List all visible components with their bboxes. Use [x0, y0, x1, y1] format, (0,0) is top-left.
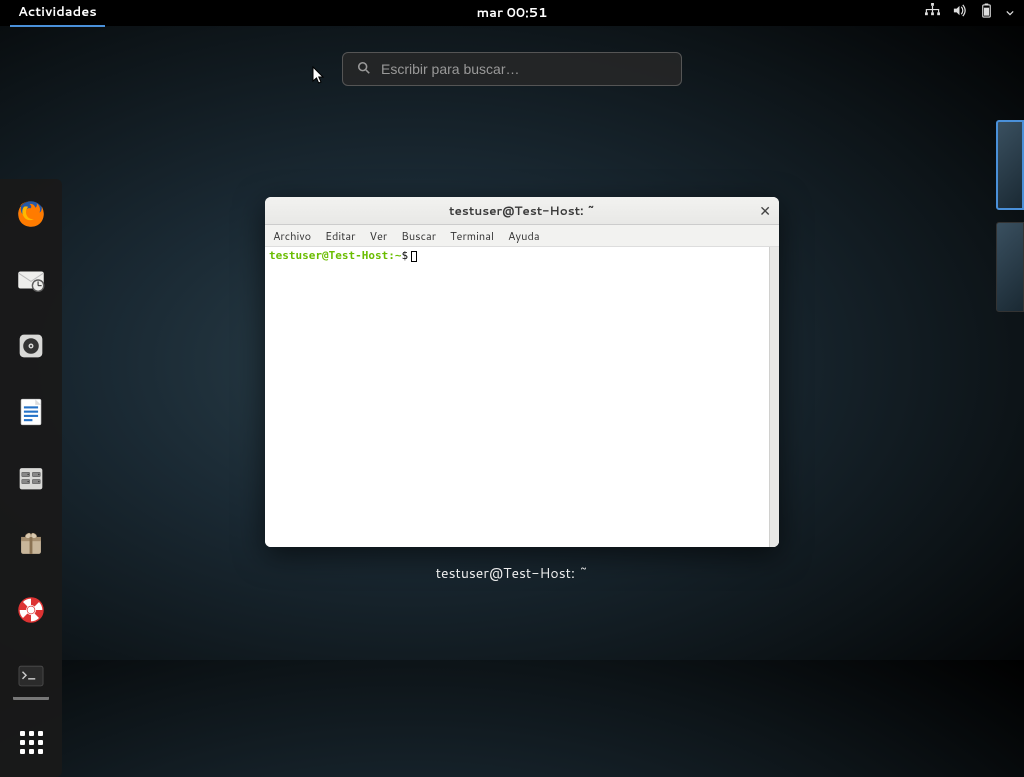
- chevron-down-icon[interactable]: [1006, 4, 1014, 22]
- battery-icon[interactable]: [979, 3, 994, 23]
- menu-ayuda[interactable]: Ayuda: [508, 228, 540, 244]
- menu-archivo[interactable]: Archivo: [273, 228, 311, 244]
- dock-libreoffice-writer[interactable]: [10, 391, 52, 433]
- apps-grid-icon: [20, 731, 43, 754]
- search-icon: [357, 58, 371, 81]
- search-input[interactable]: [381, 61, 667, 77]
- menu-ver[interactable]: Ver: [369, 228, 387, 244]
- workspace-thumb-1[interactable]: [996, 120, 1024, 210]
- dock-rhythmbox[interactable]: [10, 325, 52, 367]
- dock-help[interactable]: [10, 589, 52, 631]
- workspace-thumb-2[interactable]: [996, 222, 1024, 312]
- terminal-body[interactable]: testuser@Test-Host:~$: [265, 247, 779, 547]
- close-button[interactable]: ✕: [759, 204, 771, 218]
- menu-buscar[interactable]: Buscar: [401, 228, 436, 244]
- show-apps-button[interactable]: [10, 721, 52, 763]
- dock-terminal[interactable]: [10, 655, 52, 697]
- network-icon[interactable]: [925, 3, 940, 23]
- dock-evolution[interactable]: [10, 259, 52, 301]
- activities-button[interactable]: Actividades: [10, 0, 105, 27]
- dock: [0, 179, 62, 777]
- terminal-cursor: [411, 251, 417, 262]
- prompt-symbol: $: [401, 249, 408, 262]
- volume-icon[interactable]: [952, 3, 967, 23]
- dock-software[interactable]: [10, 523, 52, 565]
- window-titlebar[interactable]: testuser@Test-Host: ~ ✕: [265, 197, 779, 225]
- prompt-user: testuser@Test-Host: [269, 249, 388, 262]
- workspace-switcher: [996, 120, 1024, 312]
- window-title: testuser@Test-Host: ~: [449, 202, 595, 219]
- prompt-sep: :: [388, 249, 395, 262]
- menu-editar[interactable]: Editar: [325, 228, 355, 244]
- search-bar[interactable]: [342, 52, 682, 86]
- mouse-cursor: [312, 66, 326, 92]
- menu-bar: Archivo Editar Ver Buscar Terminal Ayuda: [265, 225, 779, 247]
- top-bar: Actividades mar 00:51: [0, 0, 1024, 26]
- dock-firefox[interactable]: [10, 193, 52, 235]
- menu-terminal[interactable]: Terminal: [450, 228, 494, 244]
- terminal-window[interactable]: testuser@Test-Host: ~ ✕ Archivo Editar V…: [265, 197, 779, 547]
- window-caption: testuser@Test-Host: ~: [436, 563, 589, 583]
- clock[interactable]: mar 00:51: [477, 4, 548, 22]
- terminal-scrollbar[interactable]: [769, 247, 779, 547]
- system-tray[interactable]: [925, 3, 1014, 23]
- dock-files[interactable]: [10, 457, 52, 499]
